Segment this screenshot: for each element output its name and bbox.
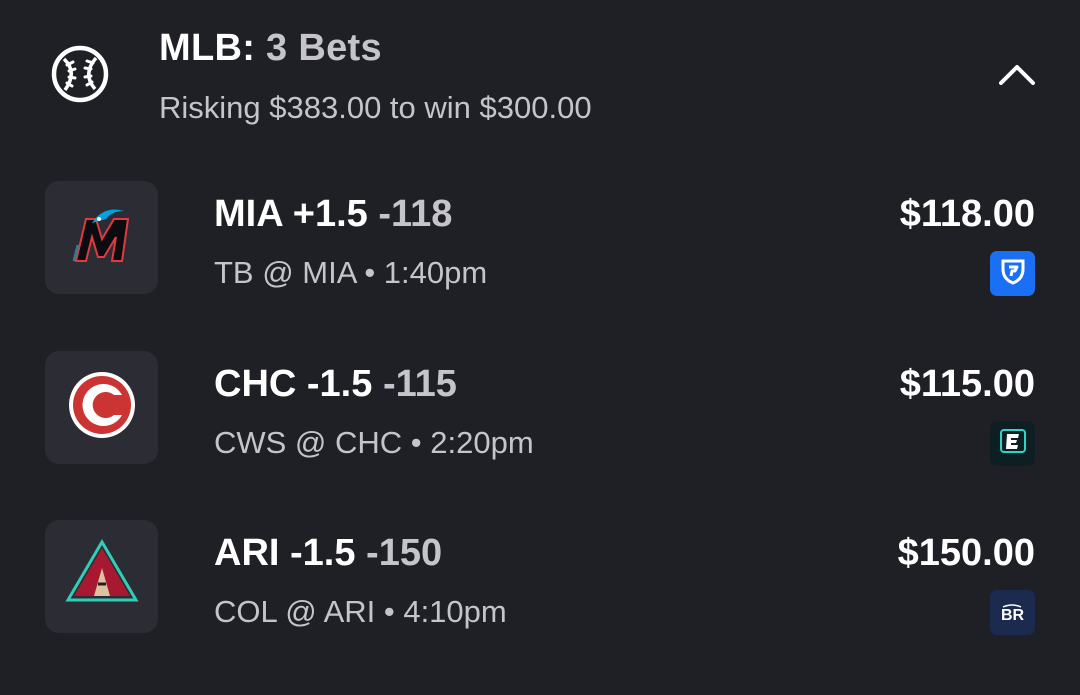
bet-odds: -115 (382, 363, 457, 405)
bet-selection: CHC -1.5 (214, 363, 373, 405)
bet-pick: MIA +1.5 -118 (214, 193, 452, 235)
marlins-logo-icon (66, 199, 138, 276)
bet-pick: CHC -1.5 -115 (214, 363, 457, 405)
sportsbook-badge (990, 421, 1035, 466)
group-sport-label: MLB: (159, 27, 256, 69)
cubs-logo-icon (66, 369, 138, 446)
collapse-button[interactable] (992, 56, 1042, 96)
bet-row[interactable]: CHC -1.5 -115 CWS @ CHC • 2:20pm $115.00 (0, 351, 1080, 466)
bet-pick: ARI -1.5 -150 (214, 532, 442, 574)
team-logo-tile (45, 520, 158, 633)
chevron-up-icon (997, 61, 1037, 92)
bet-amount: $115.00 (899, 363, 1035, 405)
fanduel-icon (999, 257, 1027, 290)
group-risk-summary: Risking $383.00 to win $300.00 (159, 90, 592, 125)
bet-row[interactable]: MIA +1.5 -118 TB @ MIA • 1:40pm $118.00 (0, 181, 1080, 296)
bets-group-header[interactable]: MLB: 3 Bets Risking $383.00 to win $300.… (0, 0, 1080, 150)
bet-matchup: COL @ ARI • 4:10pm (214, 594, 507, 629)
bet-odds: -150 (366, 532, 443, 574)
betrivers-icon: BR (1001, 603, 1024, 623)
bet-amount: $150.00 (897, 532, 1035, 574)
bet-odds: -118 (378, 193, 453, 235)
bet-amount: $118.00 (899, 193, 1035, 235)
bet-selection: ARI -1.5 (214, 532, 356, 574)
diamondbacks-logo-icon (64, 538, 140, 615)
bet-selection: MIA +1.5 (214, 193, 368, 235)
espn-bet-icon (997, 425, 1029, 462)
sportsbook-badge (990, 251, 1035, 296)
sportsbook-badge: BR (990, 590, 1035, 635)
team-logo-tile (45, 351, 158, 464)
group-title: MLB: 3 Bets (159, 28, 382, 68)
betrivers-label: BR (1000, 606, 1025, 624)
baseball-icon (50, 44, 110, 104)
group-bet-count: 3 Bets (266, 27, 382, 69)
mlb-bets-panel: MLB: 3 Bets Risking $383.00 to win $300.… (0, 0, 1080, 695)
team-logo-tile (45, 181, 158, 294)
bet-matchup: CWS @ CHC • 2:20pm (214, 425, 534, 460)
bet-matchup: TB @ MIA • 1:40pm (214, 255, 488, 290)
bet-row[interactable]: ARI -1.5 -150 COL @ ARI • 4:10pm $150.00… (0, 520, 1080, 635)
